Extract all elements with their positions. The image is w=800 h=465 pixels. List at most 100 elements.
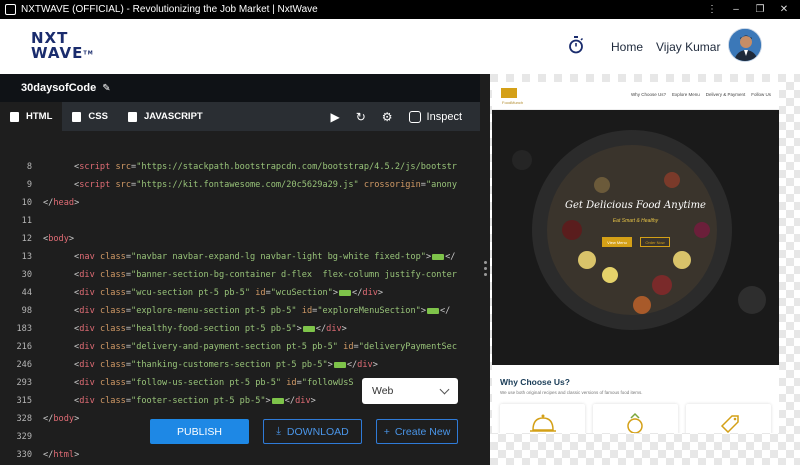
- food-basket-icon: [627, 412, 643, 433]
- code-line[interactable]: 9 <script src="https://kit.fontawesome.c…: [0, 176, 470, 194]
- code-line[interactable]: 12 <body>: [0, 230, 470, 248]
- line-number: 10: [21, 198, 32, 208]
- nav-home-link[interactable]: Home: [611, 40, 643, 54]
- line-number: 246: [16, 360, 32, 370]
- code-line[interactable]: 246 <div class="thanking-customers-secti…: [0, 356, 470, 374]
- user-name[interactable]: Vijay Kumar: [656, 40, 720, 54]
- code-line[interactable]: 98 <div class="explore-menu-section pt-5…: [0, 302, 470, 320]
- line-number: 315: [16, 396, 32, 406]
- inspect-toggle[interactable]: Inspect: [408, 110, 462, 123]
- price-tag-icon: [720, 415, 739, 433]
- code-line[interactable]: 44 <div class="wcu-section pt-5 pb-5" id…: [0, 284, 470, 302]
- code-text: <nav class="navbar navbar-expand-lg navb…: [74, 252, 456, 262]
- js-file-icon: [127, 111, 137, 122]
- device-select[interactable]: Web: [362, 378, 458, 404]
- minimize-icon[interactable]: –: [726, 0, 746, 19]
- publish-label: PUBLISH: [177, 425, 222, 438]
- app-header: NXT WAVETM Home Vijay Kumar: [0, 19, 800, 74]
- code-text: <div class="delivery-and-payment-section…: [74, 342, 458, 352]
- code-line[interactable]: 30 <div class="banner-section-bg-contain…: [0, 266, 470, 284]
- html5-icon: [10, 111, 19, 122]
- site-nav-link[interactable]: Follow Us: [751, 92, 771, 97]
- restore-icon[interactable]: ❐: [750, 0, 770, 19]
- pencil-icon[interactable]: ✎: [102, 83, 110, 94]
- food-bowl-image: [492, 110, 779, 365]
- code-line[interactable]: 13 <nav class="navbar navbar-expand-lg n…: [0, 248, 470, 266]
- site-logo-icon: [501, 88, 517, 98]
- more-options-icon[interactable]: ⋮: [702, 0, 722, 19]
- code-text: <div class="banner-section-bg-container …: [74, 270, 457, 280]
- fold-marker-icon[interactable]: [427, 307, 439, 314]
- view-menu-button[interactable]: View Menu: [602, 237, 632, 247]
- download-icon: ⤓: [276, 425, 281, 437]
- line-number: 44: [21, 288, 32, 298]
- reset-icon[interactable]: ↻: [356, 110, 366, 124]
- window-titlebar: NXTWAVE (OFFICIAL) - Revolutionizing the…: [0, 0, 800, 19]
- banner-subtitle: Eat Smart & Healthy: [612, 218, 659, 224]
- code-text: </html>: [43, 450, 80, 460]
- create-new-button[interactable]: + Create New: [376, 419, 458, 444]
- site-nav-link[interactable]: Delivery & Payment: [706, 92, 746, 97]
- line-number: 8: [26, 162, 32, 172]
- run-play-icon[interactable]: ▶: [330, 110, 339, 124]
- wcu-card: [593, 404, 678, 433]
- line-number: 11: [21, 216, 32, 226]
- settings-gear-icon[interactable]: ⚙: [382, 110, 393, 124]
- line-number: 9: [26, 180, 32, 190]
- code-text: <div class="wcu-section pt-5 pb-5" id="w…: [74, 288, 384, 298]
- code-line[interactable]: 10 </head>: [0, 194, 470, 212]
- tab-css[interactable]: CSS: [62, 102, 118, 131]
- line-number: 13: [21, 252, 32, 262]
- code-line[interactable]: 8 <script src="https://stackpath.bootstr…: [0, 158, 470, 176]
- line-number: 329: [16, 432, 32, 442]
- publish-button[interactable]: PUBLISH: [150, 419, 249, 444]
- line-number: 12: [21, 234, 32, 244]
- preview-site[interactable]: FoodMunch Why Choose Us? Explore Menu De…: [492, 82, 779, 433]
- code-text: <div class="explore-menu-section pt-5 pb…: [74, 306, 451, 316]
- fold-marker-icon[interactable]: [302, 325, 315, 332]
- drag-handle-icon[interactable]: [484, 261, 487, 281]
- close-icon[interactable]: ✕: [774, 0, 794, 19]
- site-nav-link[interactable]: Explore Menu: [672, 92, 700, 97]
- code-text: </body>: [43, 414, 80, 424]
- device-select-value: Web: [372, 385, 394, 397]
- line-number: 293: [16, 378, 32, 388]
- code-line[interactable]: 11: [0, 212, 470, 230]
- code-text: <div class="follow-us-section pt-5 pb-5"…: [74, 378, 354, 388]
- inspect-label: Inspect: [426, 110, 462, 123]
- site-banner: Get Delicious Food Anytime Eat Smart & H…: [492, 110, 779, 365]
- line-number: 98: [21, 306, 32, 316]
- window-title: NXTWAVE (OFFICIAL) - Revolutionizing the…: [21, 4, 318, 15]
- fold-marker-icon[interactable]: [333, 361, 346, 368]
- fold-marker-icon[interactable]: [339, 289, 352, 296]
- cloche-icon: [530, 414, 556, 432]
- tab-javascript[interactable]: JAVASCRIPT: [118, 102, 213, 131]
- code-text: <script src="https://stackpath.bootstrap…: [74, 162, 457, 172]
- code-line[interactable]: 330 </html>: [0, 446, 470, 464]
- tab-html[interactable]: HTML: [0, 102, 63, 131]
- line-number: 330: [16, 450, 32, 460]
- code-text: <div class="healthy-food-section pt-5 pb…: [74, 324, 347, 334]
- fold-marker-icon[interactable]: [271, 397, 284, 404]
- inspect-checkbox[interactable]: [408, 110, 421, 123]
- line-number: 30: [21, 270, 32, 280]
- download-button[interactable]: ⤓ DOWNLOAD: [263, 419, 362, 444]
- fold-marker-icon[interactable]: [432, 253, 445, 260]
- order-now-button[interactable]: Order Now: [640, 237, 670, 247]
- code-line[interactable]: 216 <div class="delivery-and-payment-sec…: [0, 338, 470, 356]
- project-name[interactable]: 30daysofCode: [21, 82, 96, 94]
- site-navbar: FoodMunch Why Choose Us? Explore Menu De…: [492, 82, 779, 110]
- code-line[interactable]: 183 <div class="healthy-food-section pt-…: [0, 320, 470, 338]
- code-editor-panel: 30daysofCode ✎ HTML CSS JAVASCRIPT ▶ ↻ ⚙…: [0, 74, 480, 465]
- tab-label: CSS: [88, 111, 108, 122]
- avatar[interactable]: [728, 28, 762, 62]
- code-text: <div class="thanking-customers-section p…: [74, 360, 378, 370]
- line-number: 216: [16, 342, 32, 352]
- site-nav-link[interactable]: Why Choose Us?: [631, 92, 666, 97]
- line-number: 328: [16, 414, 32, 424]
- nxtwave-logo[interactable]: NXT WAVETM: [31, 29, 93, 63]
- logo-bottom: WAVE: [31, 44, 84, 62]
- stopwatch-icon[interactable]: [568, 36, 584, 54]
- logo-top: NXT: [31, 29, 69, 47]
- code-text: <body>: [43, 234, 75, 244]
